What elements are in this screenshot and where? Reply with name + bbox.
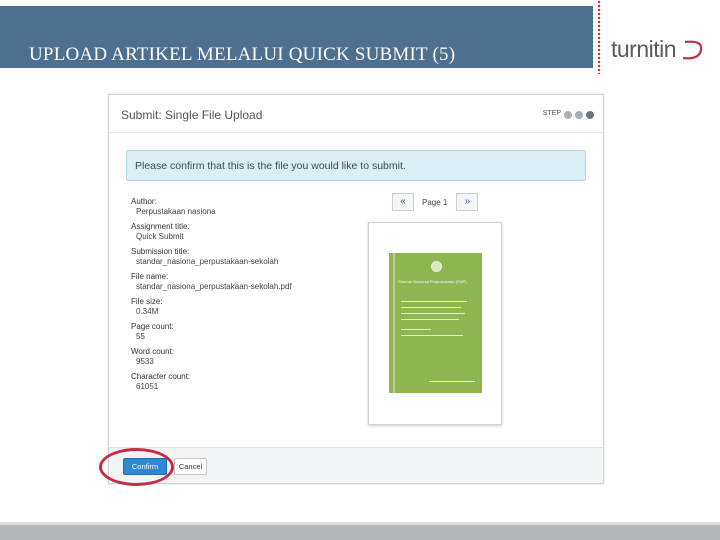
dialog-header: Submit: Single File Upload STEP [109, 95, 603, 133]
next-page-button[interactable]: » [456, 193, 479, 211]
field-submission-title: Submission title: standar_nasiona_perpus… [131, 247, 321, 267]
emblem-icon [431, 261, 442, 272]
dialog-footer: Confirm Cancel [109, 447, 603, 483]
field-assignment-title: Assignment title: Quick Submit [131, 222, 321, 242]
dialog-title: Submit: Single File Upload [121, 108, 263, 122]
submission-details: Author: Perpustakaan nasiona Assignment … [131, 197, 321, 397]
document-preview: Standar Nasional Perpustakaan (SNP) [368, 222, 502, 425]
confirm-info-banner: Please confirm that this is the file you… [126, 150, 586, 181]
field-label: Word count: [131, 347, 174, 356]
field-character-count: Character count: 61051 [131, 372, 321, 392]
cover-title: Standar Nasional Perpustakaan (SNP) [398, 279, 467, 284]
field-file-size: File size: 0.34M [131, 297, 321, 317]
field-value: standar_nasiona_perpustakaan-sekolah.pdf [136, 282, 292, 291]
logo-swoosh-icon [682, 40, 703, 60]
dotted-separator [597, 0, 601, 74]
submit-dialog: Submit: Single File Upload STEP Please c… [108, 94, 604, 484]
turnitin-logo: turnitin [611, 36, 707, 66]
field-word-count: Word count: 9533 [131, 347, 321, 367]
field-value: Quick Submit [136, 232, 184, 241]
field-value: Perpustakaan nasiona [136, 207, 216, 216]
field-label: Page count: [131, 322, 174, 331]
field-value: 61051 [136, 382, 159, 391]
field-label: Submission title: [131, 247, 190, 256]
field-label: File size: [131, 297, 163, 306]
field-value: 55 [136, 332, 145, 341]
field-file-name: File name: standar_nasiona_perpustakaan-… [131, 272, 321, 292]
preview-pager: « Page 1 » [392, 193, 479, 211]
prev-page-button[interactable]: « [392, 193, 414, 211]
field-label: Author: [131, 197, 157, 206]
logo-text: turnitin [611, 36, 677, 62]
page-label: Page 1 [422, 197, 448, 207]
step-label: STEP [542, 110, 561, 117]
slide-footer-bar [0, 522, 720, 540]
field-page-count: Page count: 55 [131, 322, 321, 342]
info-message: Please confirm that this is the file you… [135, 160, 406, 172]
step-dot-3 [586, 111, 594, 119]
field-value: 9533 [136, 357, 154, 366]
confirm-button[interactable]: Confirm [123, 458, 167, 475]
step-dot-2 [575, 111, 583, 119]
document-cover-thumbnail: Standar Nasional Perpustakaan (SNP) [389, 253, 482, 393]
slide-title-bar: UPLOAD ARTIKEL MELALUI QUICK SUBMIT (5) [0, 6, 593, 68]
field-label: Assignment title: [131, 222, 190, 231]
field-label: File name: [131, 272, 169, 281]
field-value: 0.34M [136, 307, 159, 316]
field-label: Character count: [131, 372, 191, 381]
slide-title: UPLOAD ARTIKEL MELALUI QUICK SUBMIT (5) [29, 44, 456, 65]
step-indicator [564, 111, 594, 119]
cancel-button[interactable]: Cancel [174, 458, 207, 475]
step-dot-1 [564, 111, 572, 119]
field-value: standar_nasiona_perpustakaan-sekolah [136, 257, 279, 266]
field-author: Author: Perpustakaan nasiona [131, 197, 321, 217]
